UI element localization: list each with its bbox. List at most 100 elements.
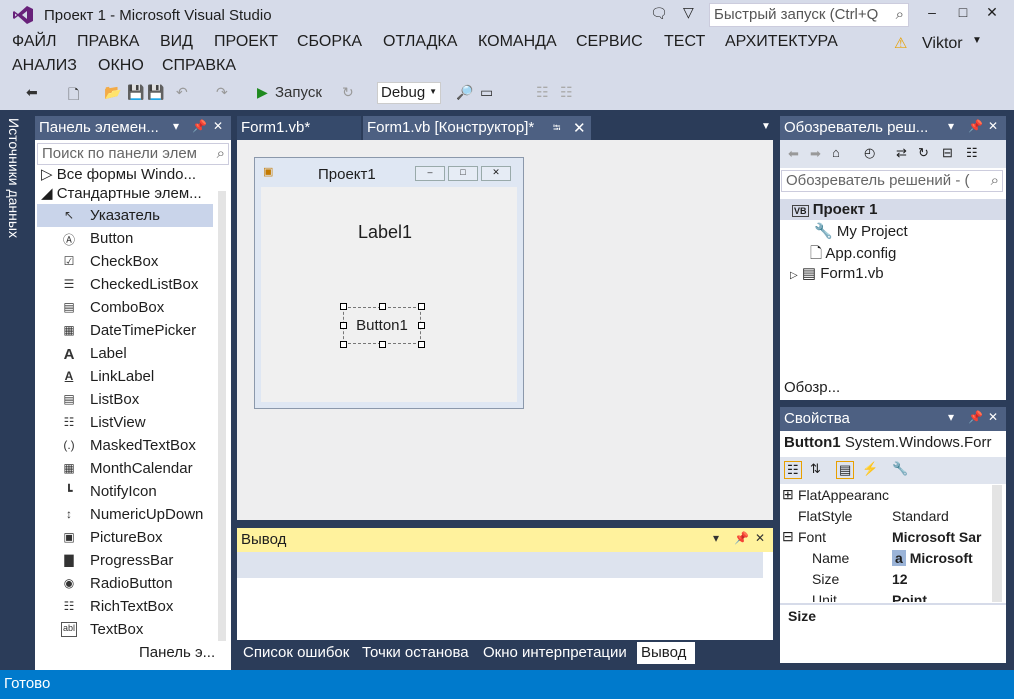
tab-server-explorer[interactable]: Обозрев...	[35, 642, 133, 664]
alphabetical-icon[interactable]: ⇅	[810, 461, 821, 477]
tool-pointer[interactable]: ↖ Указатель	[37, 204, 213, 227]
quick-launch-input[interactable]: Быстрый запуск (Ctrl+Q ⌕	[709, 3, 909, 27]
history-icon[interactable]: ◴	[864, 145, 875, 161]
close-icon[interactable]: ✕	[755, 531, 765, 545]
toolbox-search-input[interactable]: Поиск по панели элем ⌕	[37, 143, 229, 165]
close-icon[interactable]: ✕	[573, 119, 586, 137]
tab-dropdown-icon[interactable]: ▼	[761, 121, 771, 132]
feedback-icon[interactable]: 🗨	[650, 5, 668, 22]
tool-maskedtextbox[interactable]: (.) MaskedTextBox	[37, 434, 213, 457]
property-row[interactable]: Size 12	[780, 569, 992, 590]
form-label1[interactable]: Label1	[358, 222, 412, 243]
menu-project[interactable]: ПРОЕКТ	[214, 33, 278, 51]
tree-group-all-forms[interactable]: ▷ Все формы Windo...	[41, 165, 196, 183]
tab-immediate-window[interactable]: Окно интерпретации	[479, 642, 634, 664]
align-icon[interactable]: ☷	[536, 84, 549, 104]
tab-breakpoints[interactable]: Точки останова	[358, 642, 476, 664]
window-layout-icon[interactable]: ▭	[480, 84, 493, 104]
tab-form1-designer[interactable]: Form1.vb [Конструктор]* ⭾ ✕	[363, 116, 591, 140]
filter-icon[interactable]: ▽	[683, 4, 694, 21]
menu-window[interactable]: ОКНО	[98, 57, 144, 75]
tab-class-view[interactable]: Окно к...	[932, 377, 1006, 399]
resize-handle[interactable]	[418, 303, 425, 310]
pin-icon[interactable]: 📌	[734, 531, 749, 545]
pin-icon[interactable]: 📌	[192, 119, 207, 133]
find-icon[interactable]: 🔎	[456, 84, 473, 104]
dropdown-icon[interactable]: ▾	[173, 119, 179, 133]
toolbox-scrollbar[interactable]	[218, 191, 226, 641]
property-row[interactable]: ⊞ FlatAppearanc	[780, 485, 992, 506]
maximize-button[interactable]: □	[949, 4, 977, 24]
menu-build[interactable]: СБОРКА	[297, 33, 362, 51]
collapse-icon[interactable]: ⊟	[782, 528, 794, 545]
menu-debug[interactable]: ОТЛАДКА	[383, 33, 457, 51]
minimize-button[interactable]: –	[918, 4, 946, 24]
resize-handle[interactable]	[418, 322, 425, 329]
redo-icon[interactable]: ↷	[216, 84, 228, 104]
tool-listview[interactable]: ☷ ListView	[37, 411, 213, 434]
object-selector[interactable]: Button1 System.Windows.Forr	[784, 434, 1004, 451]
tool-numericupdown[interactable]: ↕ NumericUpDown	[37, 503, 213, 526]
refresh-icon[interactable]: ↻	[342, 84, 354, 104]
tab-solution-explorer[interactable]: Обозр...	[780, 377, 852, 399]
tool-richtextbox[interactable]: ☷ RichTextBox	[37, 595, 213, 618]
refresh-icon[interactable]: ↻	[918, 145, 929, 161]
menu-help[interactable]: СПРАВКА	[162, 57, 236, 75]
expand-icon[interactable]: ▷	[790, 270, 798, 281]
tool-picturebox[interactable]: ▣ PictureBox	[37, 526, 213, 549]
dropdown-icon[interactable]: ▾	[713, 531, 719, 545]
tree-group-standard[interactable]: ◢ Стандартные элем...	[41, 184, 202, 202]
resize-handle[interactable]	[418, 341, 425, 348]
configuration-select[interactable]: Debug ▼	[377, 82, 441, 104]
categorized-icon[interactable]: ☷	[784, 461, 802, 479]
start-icon[interactable]: ▶	[257, 84, 268, 104]
tool-combobox[interactable]: ▤ ComboBox	[37, 296, 213, 319]
dropdown-icon[interactable]: ▾	[948, 410, 954, 424]
solution-search-input[interactable]: Обозреватель решений - ( ⌕	[781, 170, 1003, 192]
tool-label[interactable]: A Label	[37, 342, 213, 365]
menu-tools[interactable]: СЕРВИС	[576, 33, 643, 51]
new-project-icon[interactable]: 🗋	[68, 84, 79, 104]
user-name[interactable]: Viktor	[922, 35, 963, 53]
tool-notifyicon[interactable]: ┗ NotifyIcon	[37, 480, 213, 503]
pin-icon[interactable]: 📌	[968, 410, 983, 424]
properties-icon[interactable]: ▤	[836, 461, 855, 479]
tool-listbox[interactable]: ▤ ListBox	[37, 388, 213, 411]
close-icon[interactable]: ✕	[988, 119, 998, 133]
open-icon[interactable]: 📂	[104, 84, 121, 104]
menu-team[interactable]: КОМАНДА	[478, 33, 557, 51]
tool-button[interactable]: Ⓐ Button	[37, 227, 213, 250]
close-icon[interactable]: ✕	[988, 410, 998, 424]
dropdown-icon[interactable]: ▾	[948, 119, 954, 133]
menu-view[interactable]: ВИД	[160, 33, 193, 51]
save-icon[interactable]: 💾	[127, 84, 144, 104]
expand-icon[interactable]: ⊞	[782, 486, 794, 503]
menu-edit[interactable]: ПРАВКА	[77, 33, 139, 51]
tree-item-form1[interactable]: ▷ ▤ Form1.vb	[790, 264, 884, 282]
tool-monthcalendar[interactable]: ▦ MonthCalendar	[37, 457, 213, 480]
tool-datetimepicker[interactable]: ▦ DateTimePicker	[37, 319, 213, 342]
tab-toolbox[interactable]: Панель э...	[135, 642, 227, 664]
tree-item-my-project[interactable]: 🔧 My Project	[814, 222, 908, 240]
property-pages-icon[interactable]: 🔧	[892, 461, 908, 477]
events-icon[interactable]: ⚡	[862, 461, 878, 477]
tool-checkedlistbox[interactable]: ☰ CheckedListBox	[37, 273, 213, 296]
form-button1[interactable]: Button1	[343, 307, 421, 344]
show-all-files-icon[interactable]: ☷	[966, 145, 978, 161]
size-icon[interactable]: ☷	[560, 84, 573, 104]
resize-handle[interactable]	[379, 341, 386, 348]
chevron-down-icon[interactable]: ▼	[972, 35, 982, 46]
undo-icon[interactable]: ↶	[176, 84, 188, 104]
tab-output[interactable]: Вывод	[637, 642, 695, 664]
sync-icon[interactable]: ⇄	[896, 145, 907, 161]
pin-icon[interactable]: 📌	[968, 119, 983, 133]
back-icon[interactable]: ⬅	[26, 84, 38, 104]
back-icon[interactable]: ⬅	[788, 146, 799, 162]
forward-icon[interactable]: ➡	[810, 146, 821, 162]
resize-handle[interactable]	[340, 322, 347, 329]
resize-handle[interactable]	[379, 303, 386, 310]
menu-architecture[interactable]: АРХИТЕКТУРА	[725, 33, 838, 51]
tool-linklabel[interactable]: A LinkLabel	[37, 365, 213, 388]
home-icon[interactable]: ⌂	[832, 145, 840, 160]
warning-icon[interactable]: ⚠	[894, 34, 907, 52]
